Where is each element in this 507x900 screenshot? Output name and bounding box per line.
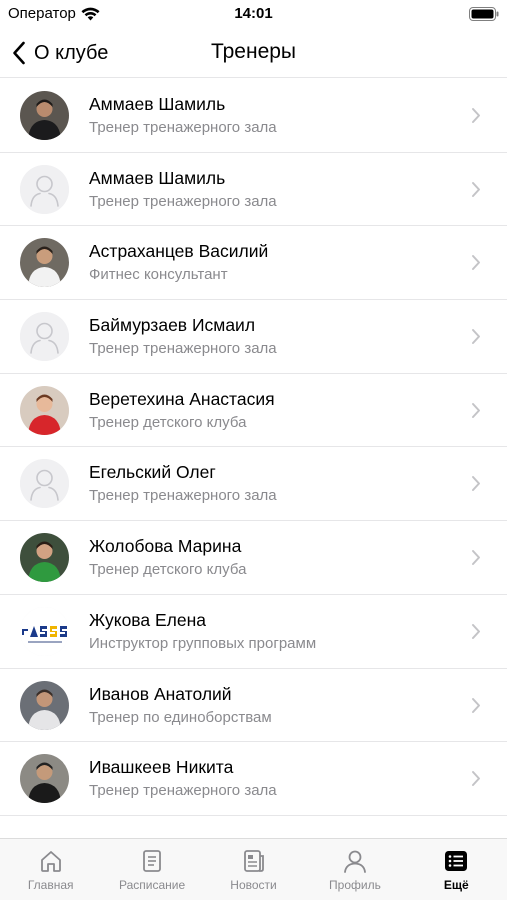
trainer-row[interactable]: Баймурзаев Исмаил Тренер тренажерного зал… [0,300,507,374]
tab-label: Расписание [119,878,186,892]
avatar-placeholder-icon [20,164,69,214]
avatar [20,533,69,583]
trainer-row[interactable]: Ивашкеев Никита Тренер тренажерного зала [0,742,507,816]
trainer-role: Тренер тренажерного зала [89,782,277,800]
tab-home[interactable]: Главная [0,839,101,900]
profile-icon [344,850,366,873]
tab-label: Главная [27,878,74,892]
tab-profile[interactable]: Профиль [304,839,405,900]
page-title: Тренеры [210,40,297,63]
tab-schedule[interactable]: Расписание [101,839,202,900]
trainer-list[interactable]: Аммаев Шамиль Тренер тренажерного зала Ам… [0,79,507,840]
trainer-name: Егельский Олег [89,462,216,483]
trainer-name: Веретехина Анастасия [89,388,275,409]
home-icon [40,851,61,872]
trainer-name: Жукова Елена [89,609,207,630]
chevron-right-icon [472,255,480,271]
battery-icon [469,7,499,21]
trainer-name: Жолобова Марина [89,536,242,557]
news-icon [243,850,264,872]
avatar [20,754,69,804]
avatar [20,680,69,730]
trainer-row[interactable]: Веретехина Анастасия Тренер детского клуб… [0,374,507,448]
trainer-role: Тренер тренажерного зала [89,119,277,136]
trainer-role: Фитнес консультант [89,266,228,284]
navigation-bar: О клубе Тренеры [0,30,507,78]
trainer-role: Тренер детского клуба [89,413,247,431]
trainer-role: Тренер тренажерного зала [89,192,277,210]
trainer-row[interactable]: Астраханцев Василий Фитнес консультант [0,226,507,301]
trainer-name: Иванов Анатолий [89,683,232,704]
chevron-right-icon [472,476,480,492]
tab-news[interactable]: Новости [203,839,304,900]
trainer-row[interactable]: Егельский Олег Тренер тренажерного зала [0,447,507,522]
chevron-right-icon [472,623,480,639]
chevron-right-icon [472,771,480,787]
trainer-row[interactable]: Жолобова Марина Тренер детского клуба [0,521,507,595]
trainer-name: Аммаев Шамиль [89,94,226,114]
avatar [20,606,69,656]
avatar [20,91,69,140]
chevron-right-icon [472,697,480,713]
chevron-right-icon [472,402,480,418]
schedule-icon [143,850,162,872]
trainer-role: Тренер детского клуба [89,561,247,579]
tab-label: Профиль [329,878,381,892]
trainer-role: Инструктор групповых программ [89,634,317,652]
more-icon [445,851,468,871]
tab-more[interactable]: Ещё [406,839,507,900]
avatar-placeholder-icon [20,459,69,509]
trainer-role: Тренер тренажерного зала [89,487,277,505]
avatar [20,385,69,435]
trainer-name: Астраханцев Василий [89,241,269,262]
chevron-right-icon [472,329,480,345]
trainer-row[interactable]: Жукова Елена Инструктор групповых програм… [0,595,507,669]
trainer-name: Ивашкеев Никита [89,757,234,778]
chevron-right-icon [472,550,480,566]
trainer-role: Тренер тренажерного зала [89,340,277,358]
tab-label: Новости [230,878,277,892]
trainer-row[interactable]: Иванов Анатолий Тренер по единоборствам [0,669,507,743]
chevron-right-icon [472,108,480,123]
trainer-row[interactable]: Аммаев Шамиль Тренер тренажерного зала [0,79,507,153]
trainer-name: Аммаев Шамиль [89,167,226,188]
chevron-right-icon [472,181,480,197]
tab-bar: Главная Расписание Новости Профиль Ещё [0,838,507,900]
tab-label: Ещё [443,878,469,892]
trainer-name: Баймурзаев Исмаил [89,315,256,336]
trainer-row[interactable]: Аммаев Шамиль Тренер тренажерного зала [0,153,507,227]
avatar-placeholder-icon [20,312,69,362]
avatar [20,238,69,288]
trainer-role: Тренер по единоборствам [89,708,272,726]
status-time: 14:01 [234,5,273,22]
status-bar: Оператор 14:01 [0,0,507,30]
